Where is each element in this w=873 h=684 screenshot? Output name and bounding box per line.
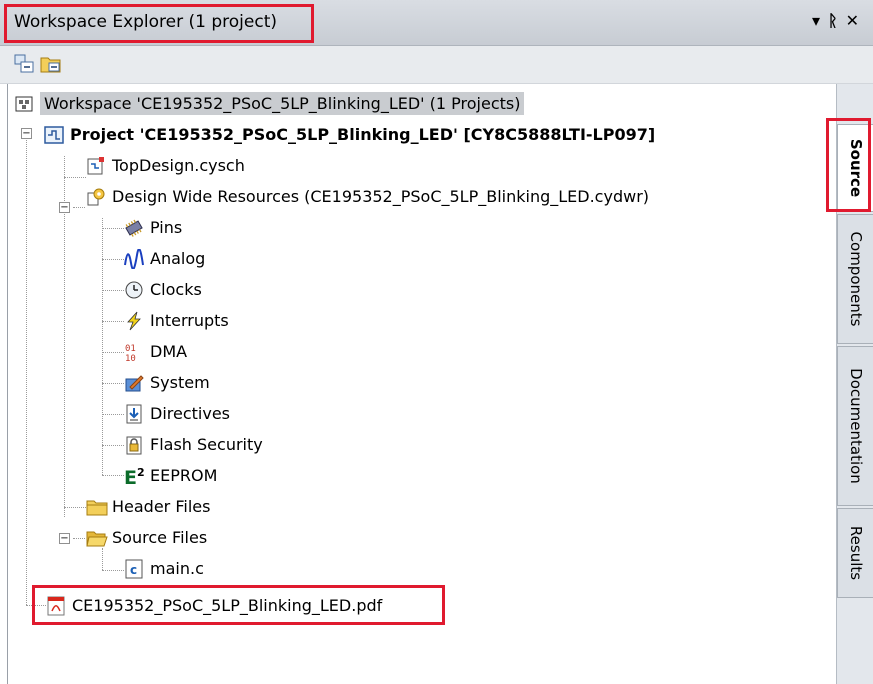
- directives-label: Directives: [150, 404, 230, 423]
- chip-icon: [124, 217, 144, 237]
- source-files-expander-icon[interactable]: −: [59, 533, 70, 544]
- tree-item-pins[interactable]: Pins: [124, 211, 182, 242]
- dropdown-arrow-icon[interactable]: ▾: [812, 11, 828, 30]
- clock-icon: [124, 279, 144, 299]
- tab-documentation[interactable]: Documentation: [837, 346, 873, 506]
- svg-text:10: 10: [125, 354, 136, 362]
- tree-item-flash-security[interactable]: Flash Security: [124, 428, 263, 459]
- tree-item-dma[interactable]: 01 10 DMA: [124, 335, 187, 366]
- interrupts-label: Interrupts: [150, 311, 229, 330]
- svg-text:c: c: [130, 563, 137, 577]
- directives-icon: [124, 403, 144, 423]
- dwr-label: Design Wide Resources (CE195352_PSoC_5LP…: [112, 187, 650, 206]
- tree-item-source-files[interactable]: Source Files: [86, 521, 207, 552]
- dma-label: DMA: [150, 342, 188, 361]
- svg-text:01: 01: [125, 344, 136, 354]
- tree-item-header-files[interactable]: Header Files: [86, 490, 210, 521]
- tree-item-eeprom[interactable]: E2 EEPROM: [124, 459, 217, 490]
- dwr-expander-icon[interactable]: −: [59, 202, 70, 213]
- flash-security-label: Flash Security: [150, 435, 263, 454]
- tree-item-topdesign[interactable]: TopDesign.cysch: [86, 149, 245, 180]
- eeprom-label: EEPROM: [150, 466, 218, 485]
- svg-text:2: 2: [137, 466, 145, 479]
- system-label: System: [150, 373, 210, 392]
- tree-item-system[interactable]: System: [124, 366, 210, 397]
- open-folder-icon[interactable]: [40, 54, 62, 74]
- topdesign-label: TopDesign.cysch: [112, 156, 245, 175]
- design-resources-icon: [86, 186, 106, 206]
- highlight-pdf: [32, 585, 445, 625]
- header-files-label: Header Files: [112, 497, 211, 516]
- highlight-source-tab: [826, 118, 871, 212]
- folder-open-icon: [86, 527, 108, 547]
- tree-item-directives[interactable]: Directives: [124, 397, 230, 428]
- binary-icon: 01 10: [124, 341, 144, 364]
- project-expander-icon[interactable]: −: [21, 128, 32, 139]
- eeprom-icon: E2: [124, 465, 145, 489]
- clocks-label: Clocks: [150, 280, 202, 299]
- tab-components[interactable]: Components: [837, 214, 873, 344]
- toolbar: [0, 46, 873, 84]
- lightning-icon: [124, 310, 144, 330]
- schematic-icon: [86, 155, 106, 175]
- main-c-label: main.c: [150, 559, 204, 578]
- tree-item-main-c[interactable]: c main.c: [124, 552, 204, 583]
- pins-label: Pins: [150, 218, 183, 237]
- waveform-icon: [124, 247, 144, 270]
- c-file-icon: c: [124, 558, 144, 578]
- pin-icon[interactable]: ᚱ: [828, 11, 846, 30]
- project-label: Project 'CE195352_PSoC_5LP_Blinking_LED'…: [70, 125, 656, 144]
- tab-results[interactable]: Results: [837, 508, 873, 598]
- tree-item-workspace[interactable]: Workspace 'CE195352_PSoC_5LP_Blinking_LE…: [14, 87, 525, 118]
- analog-label: Analog: [150, 249, 206, 268]
- workspace-label: Workspace 'CE195352_PSoC_5LP_Blinking_LE…: [40, 92, 525, 115]
- collapse-all-icon[interactable]: [14, 54, 36, 74]
- lock-icon: [124, 434, 144, 454]
- tree-item-clocks[interactable]: Clocks: [124, 273, 202, 304]
- window-controls: ▾ᚱ✕: [812, 11, 867, 30]
- project-icon: [44, 124, 64, 144]
- system-icon: [124, 372, 144, 392]
- tree-item-project[interactable]: Project 'CE195352_PSoC_5LP_Blinking_LED'…: [44, 118, 655, 149]
- folder-icon: [86, 496, 108, 516]
- tree-item-analog[interactable]: Analog: [124, 242, 205, 273]
- tree-item-dwr[interactable]: Design Wide Resources (CE195352_PSoC_5LP…: [86, 180, 649, 211]
- close-icon[interactable]: ✕: [846, 11, 867, 30]
- source-files-label: Source Files: [112, 528, 208, 547]
- tree-item-interrupts[interactable]: Interrupts: [124, 304, 229, 335]
- workspace-icon: [14, 93, 34, 113]
- svg-text:E: E: [124, 467, 137, 486]
- highlight-title: [4, 4, 314, 43]
